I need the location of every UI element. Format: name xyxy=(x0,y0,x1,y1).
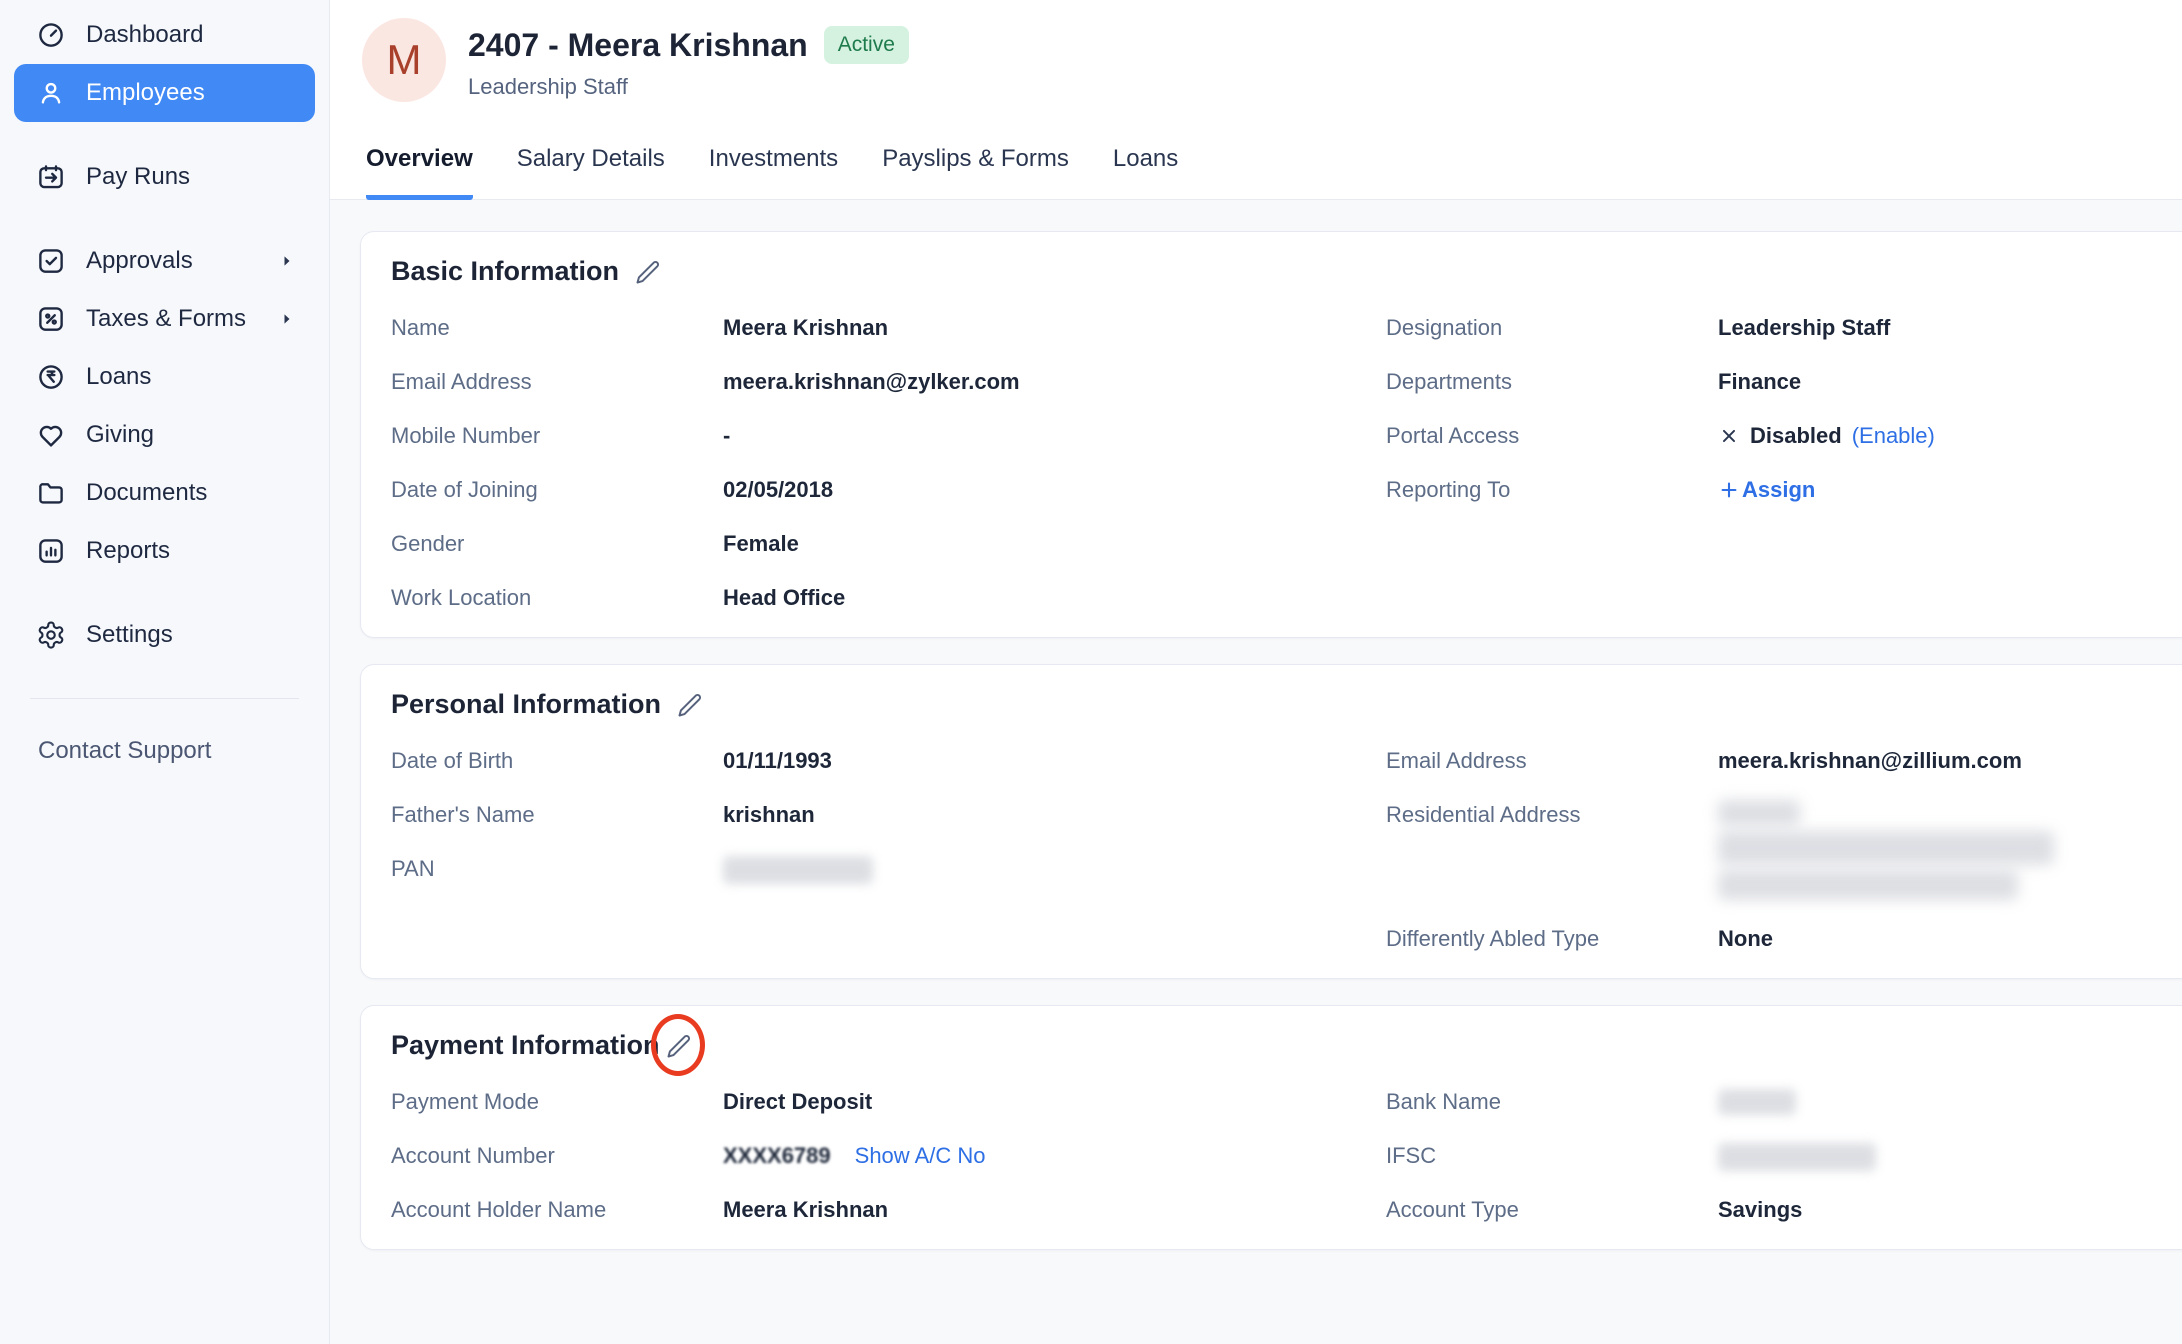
sidebar-item-label: Employees xyxy=(86,79,205,107)
assign-reporting-to-link[interactable]: Assign xyxy=(1718,475,1815,505)
field-row-ifsc: IFSC xyxy=(1386,1141,2182,1171)
field-row: Date of Joining02/05/2018 xyxy=(391,475,1386,505)
edit-pencil-icon xyxy=(676,691,704,719)
sidebar-item-label: Loans xyxy=(86,363,151,391)
tab-payslips-forms[interactable]: Payslips & Forms xyxy=(882,145,1069,200)
basic-information-card: Basic Information NameMeera Krishnan Ema… xyxy=(360,231,2182,638)
employee-id: 2407 - xyxy=(468,27,568,63)
approvals-icon xyxy=(36,246,66,276)
field-row: Account Holder NameMeera Krishnan xyxy=(391,1195,1386,1225)
tab-salary-details[interactable]: Salary Details xyxy=(517,145,665,200)
field-row: GenderFemale xyxy=(391,529,1386,559)
field-row-bank-name: Bank Name xyxy=(1386,1087,2182,1117)
field-row: Account TypeSavings xyxy=(1386,1195,2182,1225)
field-row-portal-access: Portal Access Disabled (Enable) xyxy=(1386,421,2182,451)
field-row-reporting-to: Reporting To Assign xyxy=(1386,475,2182,505)
tab-loans[interactable]: Loans xyxy=(1113,145,1178,200)
edit-payment-information-button[interactable] xyxy=(664,1031,694,1061)
field-row: Payment ModeDirect Deposit xyxy=(391,1087,1386,1117)
redacted-bank-name xyxy=(1718,1089,1796,1115)
main-content: M 2407 - Meera Krishnan Active Leadershi… xyxy=(330,0,2182,1344)
dashboard-icon xyxy=(36,20,66,50)
section-title: Payment Information xyxy=(391,1030,660,1061)
overview-content: Basic Information NameMeera Krishnan Ema… xyxy=(330,200,2182,1344)
field-row: Date of Birth01/11/1993 xyxy=(391,746,1386,776)
sidebar-item-documents[interactable]: Documents xyxy=(14,464,315,522)
field-row: Differently Abled TypeNone xyxy=(1386,924,2182,954)
reports-icon xyxy=(36,536,66,566)
giving-icon xyxy=(36,420,66,450)
masked-account-number: XXXX6789 xyxy=(723,1141,831,1171)
sidebar-item-label: Approvals xyxy=(86,247,193,275)
sidebar-item-loans[interactable]: Loans xyxy=(14,348,315,406)
avatar: M xyxy=(362,18,446,102)
field-row: Father's Namekrishnan xyxy=(391,800,1386,830)
sidebar: Dashboard Employees Pay Runs Approvals T… xyxy=(0,0,330,1344)
redacted-pan-value xyxy=(723,856,873,884)
documents-icon xyxy=(36,478,66,508)
pay-runs-icon xyxy=(36,162,66,192)
chevron-right-icon xyxy=(277,251,297,271)
chevron-right-icon xyxy=(277,309,297,329)
payment-information-card: Payment Information Payment ModeDirect D… xyxy=(360,1005,2182,1250)
tab-bar: Overview Salary Details Investments Pays… xyxy=(330,130,2182,200)
status-badge: Active xyxy=(824,26,909,64)
tab-overview[interactable]: Overview xyxy=(366,145,473,200)
sidebar-item-approvals[interactable]: Approvals xyxy=(14,232,315,290)
sidebar-item-dashboard[interactable]: Dashboard xyxy=(14,6,315,64)
field-row-residential-address: Residential Address xyxy=(1386,800,2182,900)
field-row: NameMeera Krishnan xyxy=(391,313,1386,343)
employee-designation: Leadership Staff xyxy=(468,74,909,100)
sidebar-item-employees[interactable]: Employees xyxy=(14,64,315,122)
field-row: Work LocationHead Office xyxy=(391,583,1386,613)
section-title: Basic Information xyxy=(391,256,619,287)
field-row: Email Addressmeera.krishnan@zylker.com xyxy=(391,367,1386,397)
redacted-ifsc xyxy=(1718,1143,1876,1171)
taxes-forms-icon xyxy=(36,304,66,334)
edit-pencil-icon xyxy=(665,1032,693,1060)
contact-support-link[interactable]: Contact Support xyxy=(0,737,329,765)
field-row: Email Addressmeera.krishnan@zillium.com xyxy=(1386,746,2182,776)
redacted-residential-address xyxy=(1718,800,2054,900)
show-account-number-link[interactable]: Show A/C No xyxy=(855,1141,986,1171)
edit-pencil-icon xyxy=(634,258,662,286)
personal-information-card: Personal Information Date of Birth01/11/… xyxy=(360,664,2182,979)
field-row: DesignationLeadership Staff xyxy=(1386,313,2182,343)
sidebar-item-label: Taxes & Forms xyxy=(86,305,246,333)
field-row-pan: PAN xyxy=(391,854,1386,884)
sidebar-item-reports[interactable]: Reports xyxy=(14,522,315,580)
portal-access-value: Disabled xyxy=(1750,421,1842,451)
sidebar-divider xyxy=(30,698,299,699)
plus-icon xyxy=(1718,479,1740,501)
employees-icon xyxy=(36,78,66,108)
sidebar-item-taxes-forms[interactable]: Taxes & Forms xyxy=(14,290,315,348)
page-title: 2407 - Meera Krishnan xyxy=(468,27,808,64)
edit-basic-information-button[interactable] xyxy=(633,257,663,287)
field-row: Mobile Number- xyxy=(391,421,1386,451)
sidebar-item-label: Documents xyxy=(86,479,207,507)
sidebar-item-label: Giving xyxy=(86,421,154,449)
sidebar-item-label: Dashboard xyxy=(86,21,203,49)
sidebar-item-label: Pay Runs xyxy=(86,163,190,191)
x-icon xyxy=(1718,425,1740,447)
tab-investments[interactable]: Investments xyxy=(709,145,838,200)
sidebar-item-label: Settings xyxy=(86,621,173,649)
sidebar-nav: Dashboard Employees Pay Runs Approvals T… xyxy=(0,6,329,664)
enable-portal-link[interactable]: (Enable) xyxy=(1852,421,1935,451)
field-row: DepartmentsFinance xyxy=(1386,367,2182,397)
sidebar-item-label: Reports xyxy=(86,537,170,565)
field-row-account-number: Account Number XXXX6789 Show A/C No xyxy=(391,1141,1386,1171)
sidebar-item-settings[interactable]: Settings xyxy=(14,606,315,664)
sidebar-item-pay-runs[interactable]: Pay Runs xyxy=(14,148,315,206)
loans-icon xyxy=(36,362,66,392)
sidebar-item-giving[interactable]: Giving xyxy=(14,406,315,464)
employee-name: Meera Krishnan xyxy=(568,27,808,63)
settings-icon xyxy=(36,620,66,650)
section-title: Personal Information xyxy=(391,689,661,720)
edit-personal-information-button[interactable] xyxy=(675,690,705,720)
employee-header: M 2407 - Meera Krishnan Active Leadershi… xyxy=(330,0,2182,130)
